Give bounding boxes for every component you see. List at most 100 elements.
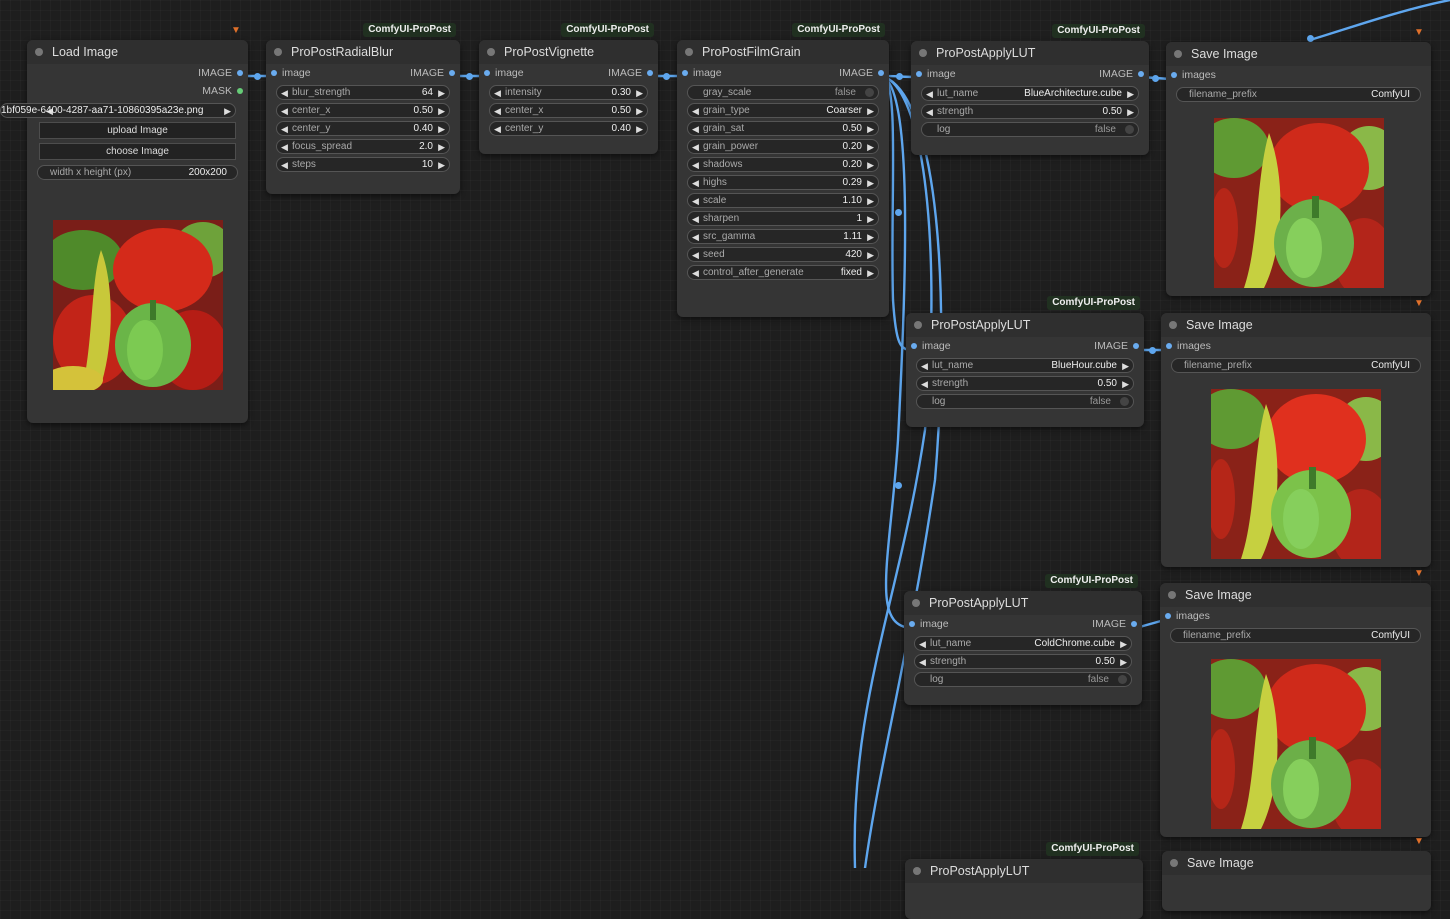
- collapse-dot[interactable]: [919, 49, 927, 57]
- grain-grain-sat-widget[interactable]: ◀ grain_sat 0.50 ▶: [687, 121, 879, 136]
- link-midpoint[interactable]: [1149, 347, 1156, 354]
- collapse-dot[interactable]: [1168, 591, 1176, 599]
- node-header[interactable]: ProPostApplyLUT: [904, 591, 1142, 615]
- apply-lut-node[interactable]: ComfyUI-ProPost ProPostApplyLUT image IM…: [904, 574, 1142, 705]
- arrow-right-icon[interactable]: ▶: [867, 177, 874, 189]
- arrow-left-icon[interactable]: ◀: [281, 123, 288, 135]
- arrow-left-icon[interactable]: ◀: [926, 106, 933, 118]
- log-toggle[interactable]: log false: [921, 122, 1139, 137]
- apply-lut-node[interactable]: ComfyUI-ProPost ProPostApplyLUT: [905, 842, 1143, 919]
- node-header[interactable]: Save Image: [1160, 583, 1431, 607]
- arrow-right-icon[interactable]: ▶: [867, 267, 874, 279]
- toggle-knob[interactable]: [865, 88, 874, 97]
- vignette-center-y-widget[interactable]: ◀ center_y 0.40 ▶: [489, 121, 648, 136]
- filename-prefix-field[interactable]: filename_prefix ComfyUI: [1171, 358, 1421, 373]
- upload-image-button[interactable]: upload Image: [39, 122, 236, 139]
- arrow-right-icon[interactable]: ▶: [438, 141, 445, 153]
- input-port[interactable]: [909, 621, 915, 627]
- collapse-dot[interactable]: [913, 867, 921, 875]
- link-midpoint[interactable]: [1152, 75, 1159, 82]
- arrow-left-icon[interactable]: ◀: [692, 105, 699, 117]
- collapse-dot[interactable]: [1174, 50, 1182, 58]
- blur-focus-spread-widget[interactable]: ◀ focus_spread 2.0 ▶: [276, 139, 450, 154]
- toggle-knob[interactable]: [1120, 397, 1129, 406]
- arrow-left-icon[interactable]: ◀: [921, 360, 928, 372]
- grain-grain-power-widget[interactable]: ◀ grain_power 0.20 ▶: [687, 139, 879, 154]
- output-port[interactable]: [1133, 343, 1139, 349]
- arrow-left-icon[interactable]: ◀: [921, 378, 928, 390]
- arrow-left-icon[interactable]: ◀: [692, 231, 699, 243]
- arrow-right-icon[interactable]: ▶: [224, 105, 231, 117]
- arrow-right-icon[interactable]: ▶: [1120, 656, 1127, 668]
- grain-sharpen-widget[interactable]: ◀ sharpen 1 ▶: [687, 211, 879, 226]
- output-port[interactable]: [449, 70, 455, 76]
- arrow-left-icon[interactable]: ◀: [281, 105, 288, 117]
- arrow-right-icon[interactable]: ▶: [438, 105, 445, 117]
- save-image-node[interactable]: ▼ Save Image: [1162, 836, 1431, 911]
- link-midpoint[interactable]: [663, 73, 670, 80]
- save-image-node[interactable]: ▼ Save Image images filename_prefix Comf…: [1161, 298, 1431, 569]
- collapse-dot[interactable]: [1170, 859, 1178, 867]
- blur-blur-strength-widget[interactable]: ◀ blur_strength 64 ▶: [276, 85, 450, 100]
- output-port[interactable]: [237, 88, 243, 94]
- arrow-left-icon[interactable]: ◀: [692, 249, 699, 261]
- arrow-left-icon[interactable]: ◀: [692, 141, 699, 153]
- input-port[interactable]: [1166, 343, 1172, 349]
- arrow-right-icon[interactable]: ▶: [867, 141, 874, 153]
- collapse-dot[interactable]: [914, 321, 922, 329]
- collapse-dot[interactable]: [35, 48, 43, 56]
- arrow-right-icon[interactable]: ▶: [1122, 360, 1129, 372]
- grain-scale-widget[interactable]: ◀ scale 1.10 ▶: [687, 193, 879, 208]
- arrow-right-icon[interactable]: ▶: [636, 87, 643, 99]
- arrow-left-icon[interactable]: ◀: [281, 87, 288, 99]
- collapse-dot[interactable]: [685, 48, 693, 56]
- arrow-left-icon[interactable]: ◀: [281, 159, 288, 171]
- arrow-left-icon[interactable]: ◀: [926, 88, 933, 100]
- node-header[interactable]: Save Image: [1162, 851, 1431, 875]
- input-port[interactable]: [484, 70, 490, 76]
- collapse-dot[interactable]: [487, 48, 495, 56]
- node-header[interactable]: Save Image: [1161, 313, 1431, 337]
- save-image-node[interactable]: ▼ Save Image images filename_prefix Comf…: [1160, 568, 1431, 839]
- collapse-dot[interactable]: [912, 599, 920, 607]
- node-graph-canvas[interactable]: ▼ Load Image IMAGE MASK ◀ 1bf059e-6400-4…: [0, 0, 1450, 919]
- node-header[interactable]: ProPostVignette: [479, 40, 658, 64]
- blur-center-x-widget[interactable]: ◀ center_x 0.50 ▶: [276, 103, 450, 118]
- input-port[interactable]: [682, 70, 688, 76]
- blur-steps-widget[interactable]: ◀ steps 10 ▶: [276, 157, 450, 172]
- arrow-right-icon[interactable]: ▶: [1122, 378, 1129, 390]
- arrow-left-icon[interactable]: ◀: [919, 656, 926, 668]
- arrow-right-icon[interactable]: ▶: [1127, 88, 1134, 100]
- node-header[interactable]: ProPostApplyLUT: [911, 41, 1149, 65]
- strength-widget[interactable]: ◀ strength 0.50 ▶: [921, 104, 1139, 119]
- arrow-right-icon[interactable]: ▶: [438, 123, 445, 135]
- output-port[interactable]: [878, 70, 884, 76]
- arrow-right-icon[interactable]: ▶: [438, 159, 445, 171]
- grain-shadows-widget[interactable]: ◀ shadows 0.20 ▶: [687, 157, 879, 172]
- output-port[interactable]: [1131, 621, 1137, 627]
- vignette-center-x-widget[interactable]: ◀ center_x 0.50 ▶: [489, 103, 648, 118]
- node-header[interactable]: ProPostApplyLUT: [905, 859, 1143, 883]
- arrow-right-icon[interactable]: ▶: [636, 105, 643, 117]
- arrow-left-icon[interactable]: ◀: [692, 195, 699, 207]
- arrow-left-icon[interactable]: ◀: [692, 159, 699, 171]
- collapse-dot[interactable]: [1169, 321, 1177, 329]
- blur-center-y-widget[interactable]: ◀ center_y 0.40 ▶: [276, 121, 450, 136]
- input-port[interactable]: [916, 71, 922, 77]
- input-port[interactable]: [271, 70, 277, 76]
- lut-name-combo[interactable]: ◀ lut_name ColdChrome.cube ▶: [914, 636, 1132, 651]
- link-midpoint[interactable]: [895, 209, 902, 216]
- choose-image-button[interactable]: choose Image: [39, 143, 236, 160]
- arrow-left-icon[interactable]: ◀: [494, 123, 501, 135]
- output-port[interactable]: [237, 70, 243, 76]
- toggle-knob[interactable]: [1125, 125, 1134, 134]
- strength-widget[interactable]: ◀ strength 0.50 ▶: [914, 654, 1132, 669]
- node-header[interactable]: ProPostApplyLUT: [906, 313, 1144, 337]
- arrow-left-icon[interactable]: ◀: [919, 638, 926, 650]
- apply-lut-node[interactable]: ComfyUI-ProPost ProPostApplyLUT image IM…: [906, 296, 1144, 427]
- input-port[interactable]: [1165, 613, 1171, 619]
- filename-prefix-field[interactable]: filename_prefix ComfyUI: [1170, 628, 1421, 643]
- arrow-right-icon[interactable]: ▶: [867, 249, 874, 261]
- radial-blur-node[interactable]: ComfyUI-ProPost ProPostRadialBlur image …: [266, 23, 460, 194]
- save-image-node[interactable]: ▼ Save Image images filename_prefix Comf…: [1166, 27, 1431, 298]
